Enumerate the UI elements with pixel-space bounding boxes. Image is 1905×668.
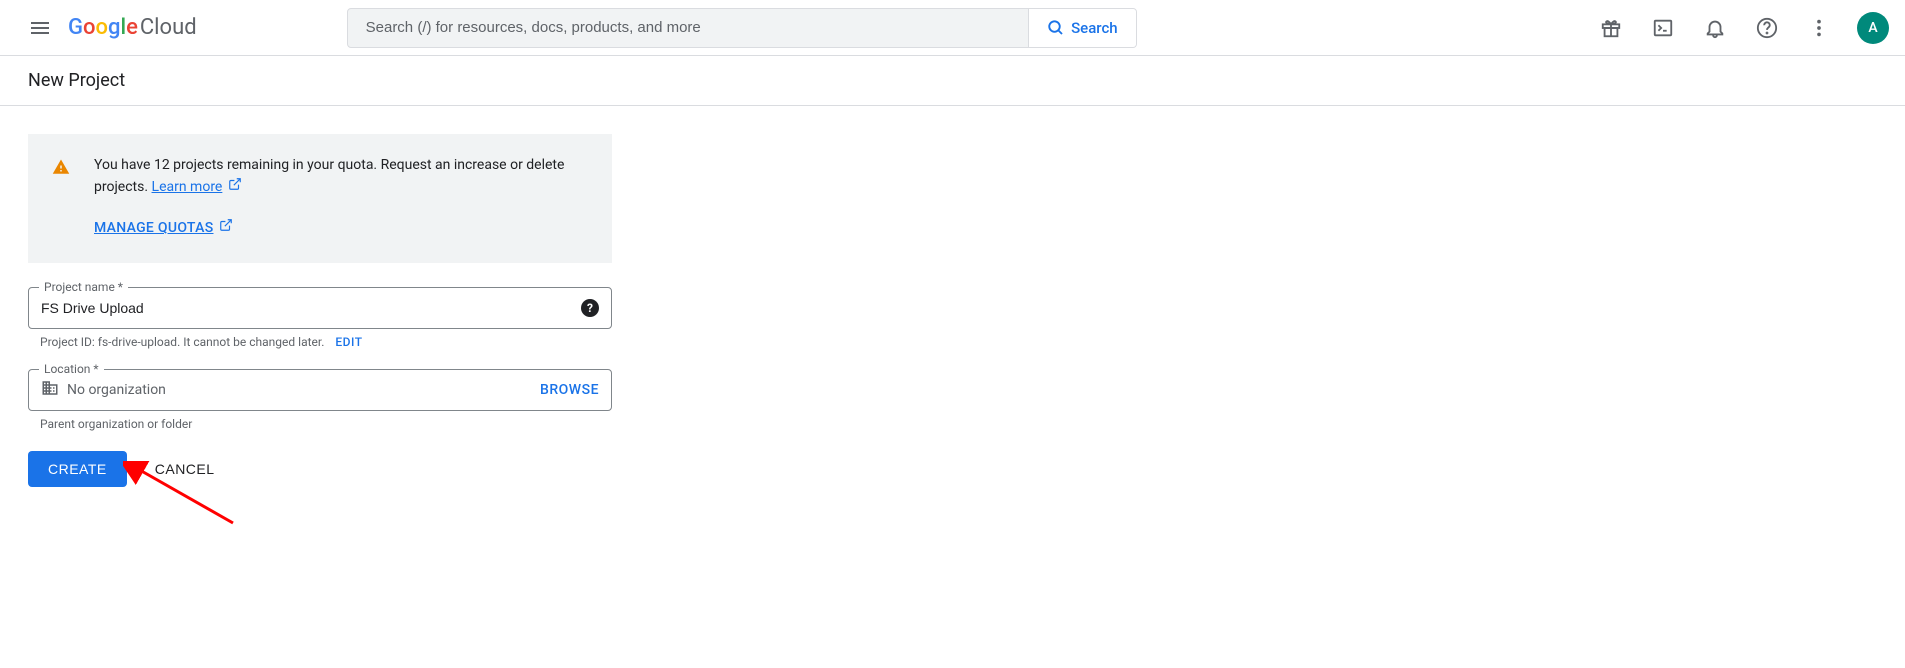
search-icon <box>1047 19 1065 37</box>
organization-icon <box>41 379 59 401</box>
notice-text-line: You have 12 projects remaining in your q… <box>94 154 588 199</box>
logo[interactable]: Google Cloud <box>68 15 197 40</box>
project-name-field: Project name * ? <box>28 287 612 329</box>
notice-body: You have 12 projects remaining in your q… <box>94 154 588 239</box>
create-button[interactable]: CREATE <box>28 451 127 487</box>
project-id-text: Project ID: fs-drive-upload. It cannot b… <box>40 335 324 349</box>
avatar[interactable]: A <box>1857 12 1889 44</box>
gift-button[interactable] <box>1589 6 1633 50</box>
warning-icon <box>52 154 70 239</box>
location-label: Location * <box>39 362 104 376</box>
external-link-icon <box>219 217 233 239</box>
cancel-button[interactable]: CANCEL <box>147 451 223 487</box>
project-name-input[interactable] <box>41 300 581 316</box>
search-input[interactable] <box>348 9 1028 47</box>
menu-button[interactable] <box>16 4 64 52</box>
search-bar: Search <box>347 8 1137 48</box>
location-field: Location * No organization BROWSE <box>28 369 612 411</box>
browse-button[interactable]: BROWSE <box>540 382 599 398</box>
page-title-row: New Project <box>0 56 1905 106</box>
location-value: No organization <box>67 382 540 398</box>
manage-quotas-link[interactable]: MANAGE QUOTAS <box>94 220 213 236</box>
learn-more-link[interactable]: Learn more <box>152 179 223 195</box>
project-name-label: Project name * <box>39 280 128 294</box>
logo-cloud-text: Cloud <box>140 15 197 40</box>
more-vert-icon <box>1808 17 1830 39</box>
header-actions: A <box>1589 6 1889 50</box>
more-button[interactable] <box>1797 6 1841 50</box>
terminal-icon <box>1652 17 1674 39</box>
cloud-shell-button[interactable] <box>1641 6 1685 50</box>
bell-icon <box>1704 17 1726 39</box>
notifications-button[interactable] <box>1693 6 1737 50</box>
search-button[interactable]: Search <box>1028 9 1136 47</box>
gift-icon <box>1600 17 1622 39</box>
content: You have 12 projects remaining in your q… <box>0 106 640 515</box>
header: Google Cloud Search A <box>0 0 1905 56</box>
project-name-help-icon[interactable]: ? <box>581 299 599 317</box>
project-id-helper: Project ID: fs-drive-upload. It cannot b… <box>28 335 612 349</box>
button-row: CREATE CANCEL <box>28 451 612 487</box>
logo-google-text: Google <box>68 15 138 40</box>
hamburger-icon <box>28 16 52 40</box>
quota-notice: You have 12 projects remaining in your q… <box>28 134 612 263</box>
page-title: New Project <box>28 70 1877 91</box>
avatar-initial: A <box>1868 20 1877 36</box>
location-helper: Parent organization or folder <box>28 417 612 431</box>
external-link-icon <box>228 176 242 198</box>
edit-project-id-link[interactable]: EDIT <box>335 335 362 349</box>
help-icon <box>1756 17 1778 39</box>
help-button[interactable] <box>1745 6 1789 50</box>
search-button-label: Search <box>1071 19 1118 37</box>
